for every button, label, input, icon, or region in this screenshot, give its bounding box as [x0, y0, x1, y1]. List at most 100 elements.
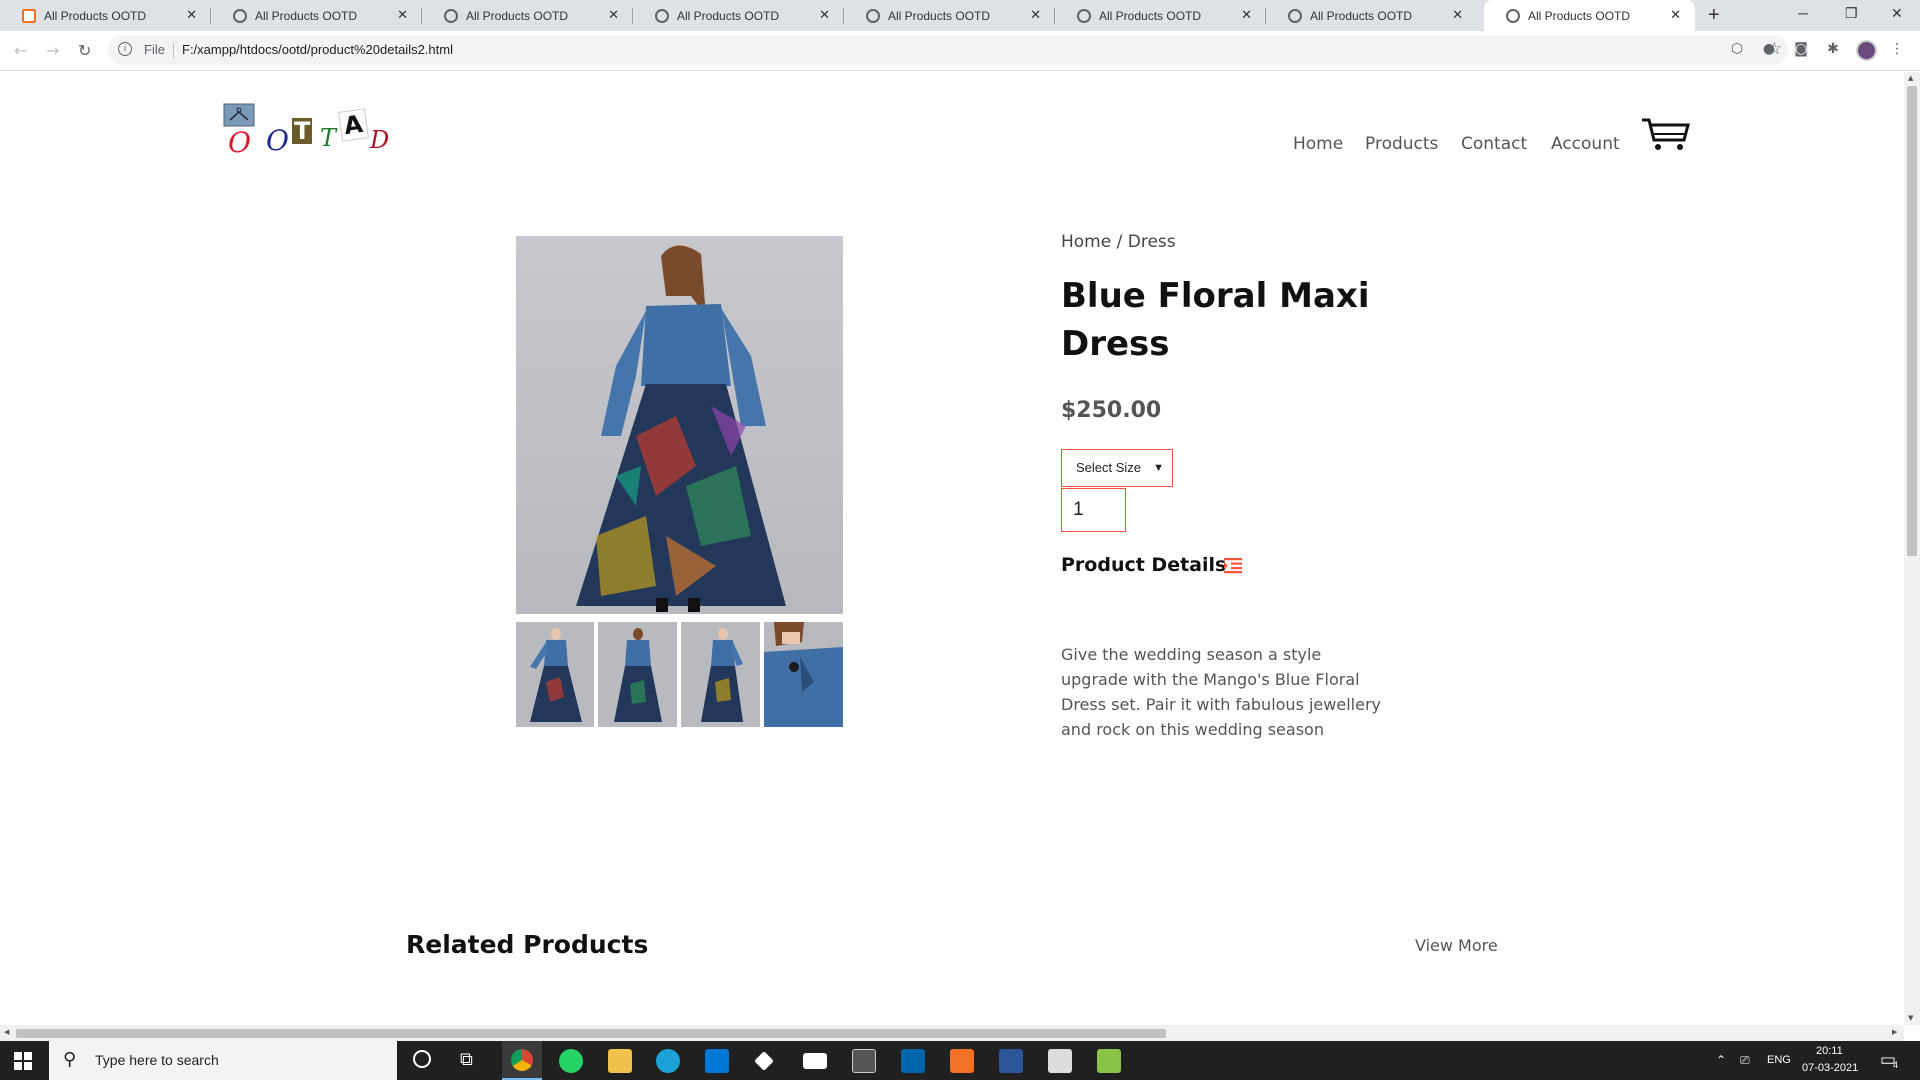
store-icon[interactable] — [705, 1049, 729, 1073]
browser-tab[interactable]: All Products OOTD ✕ — [844, 0, 1055, 31]
file-explorer-icon[interactable] — [608, 1049, 632, 1073]
camera-icon[interactable]: ◙ — [1793, 41, 1809, 57]
photos-icon[interactable] — [1048, 1049, 1072, 1073]
tab-title: All Products OOTD — [466, 9, 569, 23]
web-page: O O T T A D Home Products Contact Accoun… — [0, 72, 1904, 1025]
close-tab-icon[interactable]: ✕ — [1030, 7, 1041, 23]
product-thumbnail[interactable] — [516, 622, 594, 727]
close-tab-icon[interactable]: ✕ — [1670, 7, 1681, 23]
edge-icon[interactable] — [656, 1049, 680, 1073]
size-select-value: Select Size — [1076, 460, 1142, 475]
close-tab-icon[interactable]: ✕ — [186, 7, 197, 23]
globe-icon — [866, 9, 880, 23]
browser-tab[interactable]: All Products OOTD ✕ — [633, 0, 844, 31]
tab-title: All Products OOTD — [1528, 9, 1631, 23]
browser-tab[interactable]: All Products OOTD ✕ — [211, 0, 422, 31]
product-price: $250.00 — [1061, 398, 1162, 423]
tab-title: All Products OOTD — [255, 9, 358, 23]
mail-icon[interactable] — [803, 1053, 827, 1069]
new-tab-button[interactable]: + — [1708, 4, 1720, 27]
notepad-plus-icon[interactable] — [1097, 1049, 1121, 1073]
vscode-icon[interactable] — [901, 1049, 925, 1073]
cart-icon[interactable] — [1640, 116, 1690, 152]
logo-letter: O — [266, 124, 289, 157]
logo-letter: A — [338, 108, 369, 142]
tab-title: All Products OOTD — [44, 9, 147, 23]
extensions-puzzle-icon[interactable]: ✱ — [1825, 41, 1841, 57]
clock-time[interactable]: 20:11 — [1816, 1045, 1843, 1057]
logo-letter: T — [320, 124, 337, 152]
product-thumbnail[interactable] — [598, 622, 677, 727]
browser-tab[interactable]: All Products OOTD ✕ — [1266, 0, 1477, 31]
language-indicator[interactable]: ENG — [1767, 1054, 1791, 1066]
scrollbar-thumb[interactable] — [16, 1029, 1166, 1038]
globe-icon — [1077, 9, 1091, 23]
chrome-taskbar-button[interactable] — [502, 1041, 542, 1080]
notification-count: 4 — [1893, 1060, 1899, 1070]
dropbox-icon[interactable] — [754, 1051, 774, 1071]
view-more-link[interactable]: View More — [1415, 936, 1498, 955]
word-icon[interactable] — [999, 1049, 1023, 1073]
breadcrumb: Home / Dress — [1061, 232, 1176, 252]
browser-tab-active[interactable]: All Products OOTD ✕ — [1484, 0, 1695, 31]
scroll-left-icon[interactable]: ◀ — [4, 1028, 9, 1036]
quantity-input[interactable]: 1 — [1061, 488, 1126, 532]
product-thumbnail[interactable] — [764, 622, 843, 727]
back-arrow-icon[interactable]: ← — [14, 41, 27, 60]
logo-letter: T — [292, 117, 313, 145]
url-text[interactable]: F:/xampp/htdocs/ootd/product%20details2.… — [182, 42, 453, 57]
size-select[interactable]: Select Size ▼ — [1061, 449, 1173, 487]
chrome-icon — [511, 1049, 533, 1071]
tab-title: All Products OOTD — [677, 9, 780, 23]
restore-icon[interactable]: ❐ — [1845, 5, 1858, 22]
calculator-icon[interactable] — [852, 1049, 876, 1073]
network-icon[interactable]: ⎚ — [1740, 1053, 1750, 1068]
minimize-icon[interactable]: ─ — [1798, 5, 1808, 21]
indent-list-icon[interactable] — [1223, 556, 1243, 574]
extension-cube-icon[interactable]: ⬡ — [1729, 41, 1745, 57]
menu-kebab-icon[interactable]: ⋮ — [1889, 41, 1905, 57]
product-title: Blue Floral Maxi Dress — [1061, 276, 1370, 364]
cortana-icon[interactable] — [413, 1050, 431, 1068]
scroll-right-icon[interactable]: ▶ — [1892, 1028, 1897, 1036]
scroll-up-icon[interactable]: ▲ — [1908, 74, 1913, 82]
windows-start-icon[interactable] — [14, 1052, 32, 1070]
xampp-icon[interactable] — [950, 1049, 974, 1073]
info-icon[interactable]: i — [118, 42, 132, 56]
address-bar[interactable]: i File F:/xampp/htdocs/ootd/product%20de… — [108, 35, 1788, 65]
nav-contact-link[interactable]: Contact — [1461, 134, 1527, 154]
extension-circle-icon[interactable]: ● — [1761, 41, 1777, 57]
browser-tab[interactable]: All Products OOTD ✕ — [0, 0, 211, 31]
globe-icon — [233, 9, 247, 23]
close-tab-icon[interactable]: ✕ — [1241, 7, 1252, 23]
logo-letter: D — [370, 126, 390, 154]
close-tab-icon[interactable]: ✕ — [608, 7, 619, 23]
close-window-icon[interactable]: ✕ — [1891, 5, 1903, 22]
nav-products-link[interactable]: Products — [1365, 134, 1438, 154]
logo-letter: O — [228, 126, 251, 159]
task-view-icon[interactable]: ⧉ — [460, 1049, 473, 1070]
windows-taskbar: ⚲ Type here to search ⧉ ⌃ ⎚ ENG 20:11 07… — [0, 1041, 1920, 1080]
whatsapp-icon[interactable] — [559, 1049, 583, 1073]
site-logo[interactable]: O O T T A D — [222, 102, 392, 159]
profile-avatar[interactable] — [1856, 40, 1877, 61]
browser-tab[interactable]: All Products OOTD ✕ — [422, 0, 633, 31]
browser-tab[interactable]: All Products OOTD ✕ — [1055, 0, 1266, 31]
product-thumbnail[interactable] — [681, 622, 760, 727]
search-icon: ⚲ — [63, 1049, 77, 1070]
close-tab-icon[interactable]: ✕ — [1452, 7, 1463, 23]
forward-arrow-icon[interactable]: → — [46, 41, 59, 60]
close-tab-icon[interactable]: ✕ — [819, 7, 830, 23]
close-tab-icon[interactable]: ✕ — [397, 7, 408, 23]
horizontal-scrollbar[interactable]: ◀ ▶ — [0, 1025, 1904, 1041]
clock-date[interactable]: 07-03-2021 — [1802, 1062, 1858, 1074]
vertical-scrollbar[interactable]: ▲ ▼ — [1904, 72, 1920, 1025]
reload-icon[interactable]: ↻ — [78, 41, 91, 60]
nav-home-link[interactable]: Home — [1293, 134, 1343, 154]
scrollbar-thumb[interactable] — [1907, 86, 1917, 556]
taskbar-search-box[interactable]: ⚲ Type here to search — [49, 1041, 397, 1080]
scroll-down-icon[interactable]: ▼ — [1908, 1014, 1913, 1022]
nav-account-link[interactable]: Account — [1551, 134, 1620, 154]
xampp-favicon-icon — [22, 9, 36, 23]
chevron-up-icon[interactable]: ⌃ — [1716, 1053, 1726, 1067]
